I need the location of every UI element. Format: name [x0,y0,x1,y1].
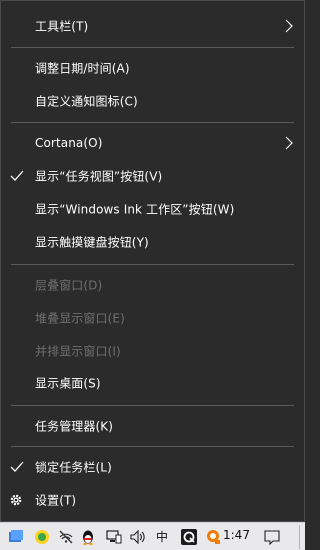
menu-item-label: 堆叠显示窗口(E) [35,311,125,326]
gear-icon [10,494,22,506]
menu-item-label: 显示桌面(S) [35,376,101,391]
taskbar-context-menu: 工具栏(T) 调整日期/时间(A) 自定义通知图标(C) Cortana(O) … [0,0,305,522]
chevron-right-icon [285,136,293,150]
menu-item-customize-notification-icons[interactable]: 自定义通知图标(C) [1,87,304,115]
menu-item-label: 并排显示窗口(I) [35,344,121,359]
menu-item-label: 设置(T) [35,493,77,508]
notification-icon[interactable] [264,529,280,545]
menu-item-label: 层叠窗口(D) [35,278,103,293]
menu-item-show-windows-ink-button[interactable]: 显示“Windows Ink 工作区”按钮(W) [1,195,304,223]
menu-separator [11,446,294,447]
menu-item-toolbars[interactable]: 工具栏(T) [1,12,304,40]
menu-item-label: Cortana(O) [35,136,103,150]
clock[interactable]: 1:47 [223,528,250,542]
menu-item-show-desktop[interactable]: 显示桌面(S) [1,369,304,397]
menu-item-show-task-view-button[interactable]: 显示“任务视图”按钮(V) [1,162,304,190]
menu-item-cortana[interactable]: Cortana(O) [1,129,304,157]
ime-indicator[interactable]: 中 [156,528,168,545]
menu-item-stack-windows: 堆叠显示窗口(E) [1,304,304,332]
menu-item-show-touch-keyboard-button[interactable]: 显示触摸键盘按钮(Y) [1,228,304,256]
volume-icon[interactable] [130,529,146,545]
menu-separator [11,122,294,123]
menu-item-label: 显示触摸键盘按钮(Y) [35,235,149,250]
menu-item-label: 显示“任务视图”按钮(V) [35,169,163,184]
chevron-right-icon [285,19,293,33]
menu-item-task-manager[interactable]: 任务管理器(K) [1,412,304,440]
menu-separator [11,47,294,48]
taskbar: 中 1:47 [0,522,305,550]
menu-separator [11,405,294,406]
menu-item-label: 自定义通知图标(C) [35,94,138,109]
menu-item-cascade-windows: 层叠窗口(D) [1,271,304,299]
menu-item-label: 任务管理器(K) [35,419,114,434]
checkmark-icon [10,461,24,472]
wifi-blocked-icon[interactable] [58,529,74,545]
menu-item-adjust-datetime[interactable]: 调整日期/时间(A) [1,54,304,82]
menu-item-label: 工具栏(T) [35,19,89,34]
menu-item-settings[interactable]: 设置(T) [1,486,304,514]
menu-item-label: 调整日期/时间(A) [35,61,130,76]
q-app-icon[interactable] [181,529,197,545]
cloud-sync-icon[interactable] [8,529,24,545]
menu-item-label: 锁定任务栏(L) [35,460,112,475]
menu-item-lock-taskbar[interactable]: 锁定任务栏(L) [1,453,304,481]
show-desktop-button[interactable] [299,525,304,549]
checkmark-icon [10,170,24,181]
network-icon[interactable] [106,529,122,545]
ime-app-icon[interactable] [34,529,50,545]
menu-item-label: 显示“Windows Ink 工作区”按钮(W) [35,202,235,217]
menu-item-side-by-side-windows: 并排显示窗口(I) [1,337,304,365]
assistant-icon[interactable] [206,529,222,545]
menu-separator [11,264,294,265]
qq-penguin-icon[interactable] [80,529,96,545]
